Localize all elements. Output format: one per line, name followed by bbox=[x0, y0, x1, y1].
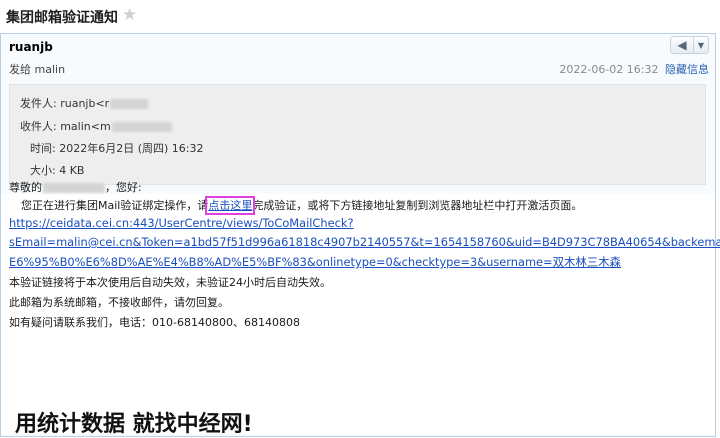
sent-date: 2022-06-02 16:32 bbox=[559, 63, 659, 76]
email-subject: 集团邮箱验证通知 bbox=[6, 10, 118, 26]
time-label: 时间: bbox=[30, 142, 56, 155]
redacted-block bbox=[111, 122, 172, 132]
message-details: 发件人: ruanjb<r 收件人: malin<m 时间: 2022年6月2日… bbox=[9, 84, 706, 185]
reply-icon[interactable]: ◀ bbox=[671, 37, 694, 53]
to-value[interactable]: malin<m bbox=[60, 120, 110, 133]
contact-line: 如有疑问请联系我们，电话：010-68140800、68140808 bbox=[9, 316, 300, 329]
to-label: 收件人: bbox=[20, 120, 57, 133]
slogan: 用统计数据 就找中经网! bbox=[15, 412, 253, 437]
date-line: 2022-06-02 16:32 隐藏信息 bbox=[559, 61, 709, 77]
verification-url-line-2[interactable]: sEmail=malin@cei.cn&Token=a1bd57f51d996a… bbox=[9, 235, 720, 249]
hide-info-link[interactable]: 隐藏信息 bbox=[665, 63, 709, 76]
instruction-line: 您正在进行集团Mail验证绑定操作，请点击这里完成验证，或将下方链接地址复制到浏… bbox=[21, 196, 583, 215]
chevron-down-icon[interactable]: ▼ bbox=[694, 37, 708, 53]
no-reply-notice: 此邮箱为系统邮箱，不接收邮件，请勿回复。 bbox=[9, 296, 229, 309]
from-row: 发件人: ruanjb<r bbox=[20, 95, 149, 111]
size-value: 4 KB bbox=[59, 164, 85, 177]
expiry-notice: 本验证链接将于本次使用后自动失效，未验证24小时后自动失效。 bbox=[9, 276, 331, 289]
click-here-link[interactable]: 点击这里 bbox=[205, 196, 256, 215]
message-card: ruanjb 发给 malin ◀ ▼ 2022-06-02 16:32 隐藏信… bbox=[0, 33, 720, 437]
instruction-prefix: 您正在进行集团Mail验证绑定操作，请 bbox=[21, 199, 209, 212]
instruction-suffix: 完成验证，或将下方链接地址复制到浏览器地址栏中打开激活页面。 bbox=[252, 199, 583, 212]
recipient-name[interactable]: malin bbox=[35, 63, 66, 76]
subject-bar: 集团邮箱验证通知 ★ bbox=[0, 0, 720, 33]
time-value: 2022年6月2日 (周四) 16:32 bbox=[59, 142, 204, 155]
time-row: 时间: 2022年6月2日 (周四) 16:32 bbox=[30, 140, 204, 156]
to-row: 收件人: malin<m bbox=[20, 118, 172, 134]
greeting-suffix: ，您好: bbox=[105, 181, 142, 194]
greeting-prefix: 尊敬的 bbox=[9, 181, 42, 194]
from-label: 发件人: bbox=[20, 97, 57, 110]
to-label: 发给 bbox=[9, 63, 31, 76]
redacted-block bbox=[110, 99, 149, 109]
message-body: 尊敬的 ，您好: 您正在进行集团Mail验证绑定操作，请点击这里完成验证，或将下方… bbox=[1, 181, 720, 437]
redacted-block bbox=[43, 183, 105, 193]
verification-url-line-1[interactable]: https://ceidata.cei.cn:443/UserCentre/vi… bbox=[9, 216, 354, 230]
sender-name[interactable]: ruanjb bbox=[9, 40, 53, 54]
from-value[interactable]: ruanjb<r bbox=[60, 97, 109, 110]
recipient-line: 发给 malin bbox=[9, 61, 65, 77]
size-row: 大小: 4 KB bbox=[30, 162, 84, 178]
size-label: 大小: bbox=[30, 164, 56, 177]
star-icon[interactable]: ★ bbox=[122, 5, 137, 25]
greeting-line: 尊敬的 ，您好: bbox=[9, 179, 142, 195]
verification-url-line-3[interactable]: E6%95%B0%E6%8D%AE%E4%B8%AD%E5%BF%83&onli… bbox=[9, 254, 621, 270]
reply-button-group: ◀ ▼ bbox=[670, 36, 709, 54]
